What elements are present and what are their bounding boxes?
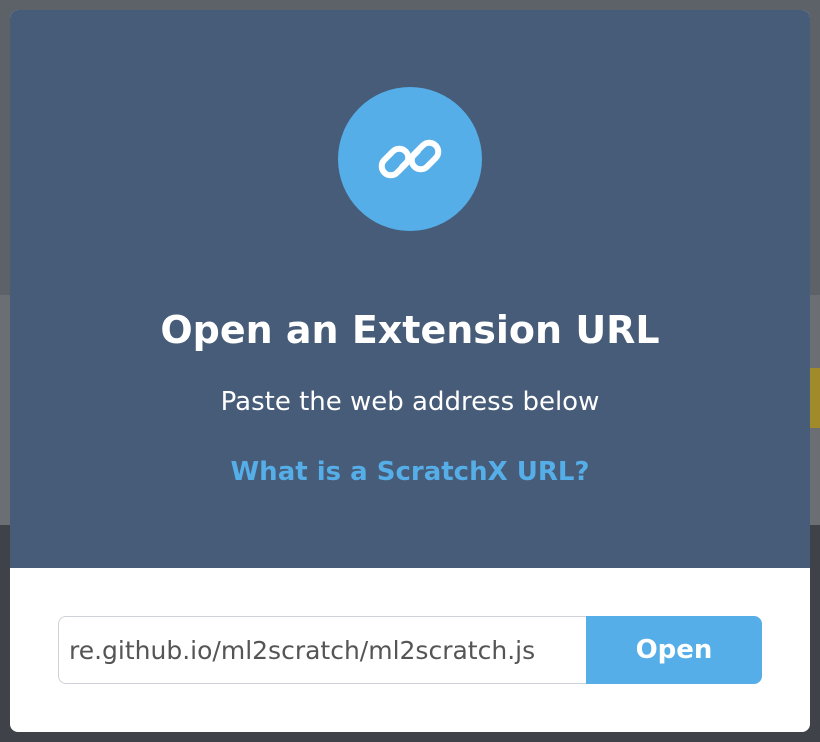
link-icon bbox=[378, 139, 442, 179]
dialog-header: Open an Extension URL Paste the web addr… bbox=[10, 10, 810, 568]
open-button[interactable]: Open bbox=[586, 616, 762, 684]
extension-url-input[interactable] bbox=[58, 616, 586, 684]
dialog-title: Open an Extension URL bbox=[160, 308, 660, 352]
link-icon-badge bbox=[338, 87, 482, 231]
url-form: Open bbox=[58, 616, 762, 684]
scratchx-url-help-link[interactable]: What is a ScratchX URL? bbox=[10, 452, 810, 492]
dialog-subtitle: Paste the web address below bbox=[220, 387, 600, 417]
extension-url-dialog: Open an Extension URL Paste the web addr… bbox=[10, 10, 810, 732]
